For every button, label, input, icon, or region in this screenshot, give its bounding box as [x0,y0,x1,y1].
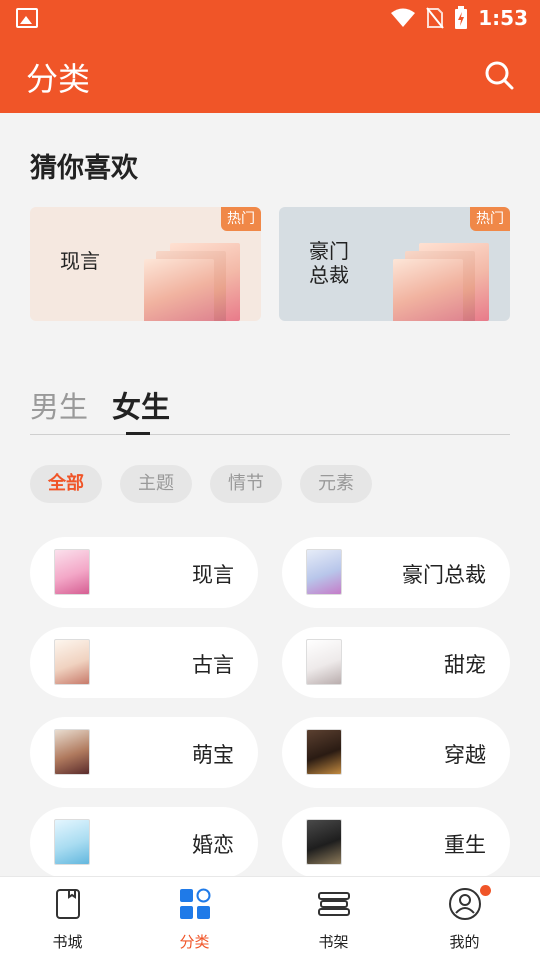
category-item-xianyan[interactable]: 现言 [30,537,258,608]
category-item-hunlian[interactable]: 婚恋 [30,807,258,878]
notification-badge [480,885,491,896]
section-title-guess: 猜你喜欢 [30,153,138,184]
category-grid-icon [179,888,210,919]
bottom-navigation: 书城 分类 书架 我的 [0,876,540,960]
battery-charging-icon [455,6,468,29]
tab-female[interactable]: 女生 [112,384,170,426]
search-icon[interactable] [484,60,514,90]
category-cover-image [306,729,342,775]
bookshelf-icon [317,892,350,916]
status-bar: 1:53 [0,0,540,36]
category-item-tianchong[interactable]: 甜宠 [282,627,510,698]
category-label: 古言 [192,653,234,677]
category-cover-image [54,639,90,685]
nav-item-mine[interactable]: 我的 [397,877,532,960]
category-label: 甜宠 [444,653,486,677]
status-time: 1:53 [478,6,528,30]
recommend-card-label: 现言 [60,249,100,273]
nav-item-bookshelf[interactable]: 书架 [266,877,401,960]
nav-label: 书城 [52,933,83,951]
category-item-chongsheng[interactable]: 重生 [282,807,510,878]
recommend-card-xianyan[interactable]: 现言 热门 [30,207,261,321]
category-cover-image [54,819,90,865]
wifi-icon [391,8,416,27]
category-cover-image [306,819,342,865]
category-cover-image [54,729,90,775]
app-bar: 分类 [0,36,540,113]
tab-male[interactable]: 男生 [30,384,88,426]
nav-label: 书架 [318,933,349,951]
nav-item-bookstore[interactable]: 书城 [0,877,135,960]
page-title: 分类 [26,60,91,98]
category-label: 重生 [444,833,486,857]
gallery-notification-icon [16,8,38,28]
status-bar-right: 1:53 [390,6,528,30]
category-item-chuanyue[interactable]: 穿越 [282,717,510,788]
category-item-haomen[interactable]: 豪门总裁 [282,537,510,608]
category-cover-image [306,639,342,685]
book-icon [55,889,80,919]
category-label: 现言 [192,563,234,587]
book-cover-image [144,259,214,321]
filter-chip-element[interactable]: 元素 [300,465,372,503]
category-label: 婚恋 [192,833,234,857]
hot-badge: 热门 [470,207,510,231]
category-item-guyan[interactable]: 古言 [30,627,258,698]
filter-chip-theme[interactable]: 主题 [120,465,192,503]
tab-indicator [126,432,150,435]
category-label: 萌宝 [192,743,234,767]
category-cover-image [54,549,90,595]
recommend-card-label: 豪门 总裁 [309,239,349,287]
filter-chip-plot[interactable]: 情节 [210,465,282,503]
book-cover-image [393,259,463,321]
nav-label: 分类 [179,933,210,951]
category-cover-image [306,549,342,595]
filter-chip-all[interactable]: 全部 [30,465,102,503]
profile-icon [448,888,481,920]
nav-label: 我的 [449,933,480,951]
nav-item-category[interactable]: 分类 [127,877,262,960]
category-item-mengbao[interactable]: 萌宝 [30,717,258,788]
hot-badge: 热门 [221,207,261,231]
tabs-divider [30,434,510,435]
recommend-card-haomen[interactable]: 豪门 总裁 热门 [279,207,510,321]
no-sim-icon [426,7,445,29]
category-label: 穿越 [444,743,486,767]
category-label: 豪门总裁 [402,563,486,587]
